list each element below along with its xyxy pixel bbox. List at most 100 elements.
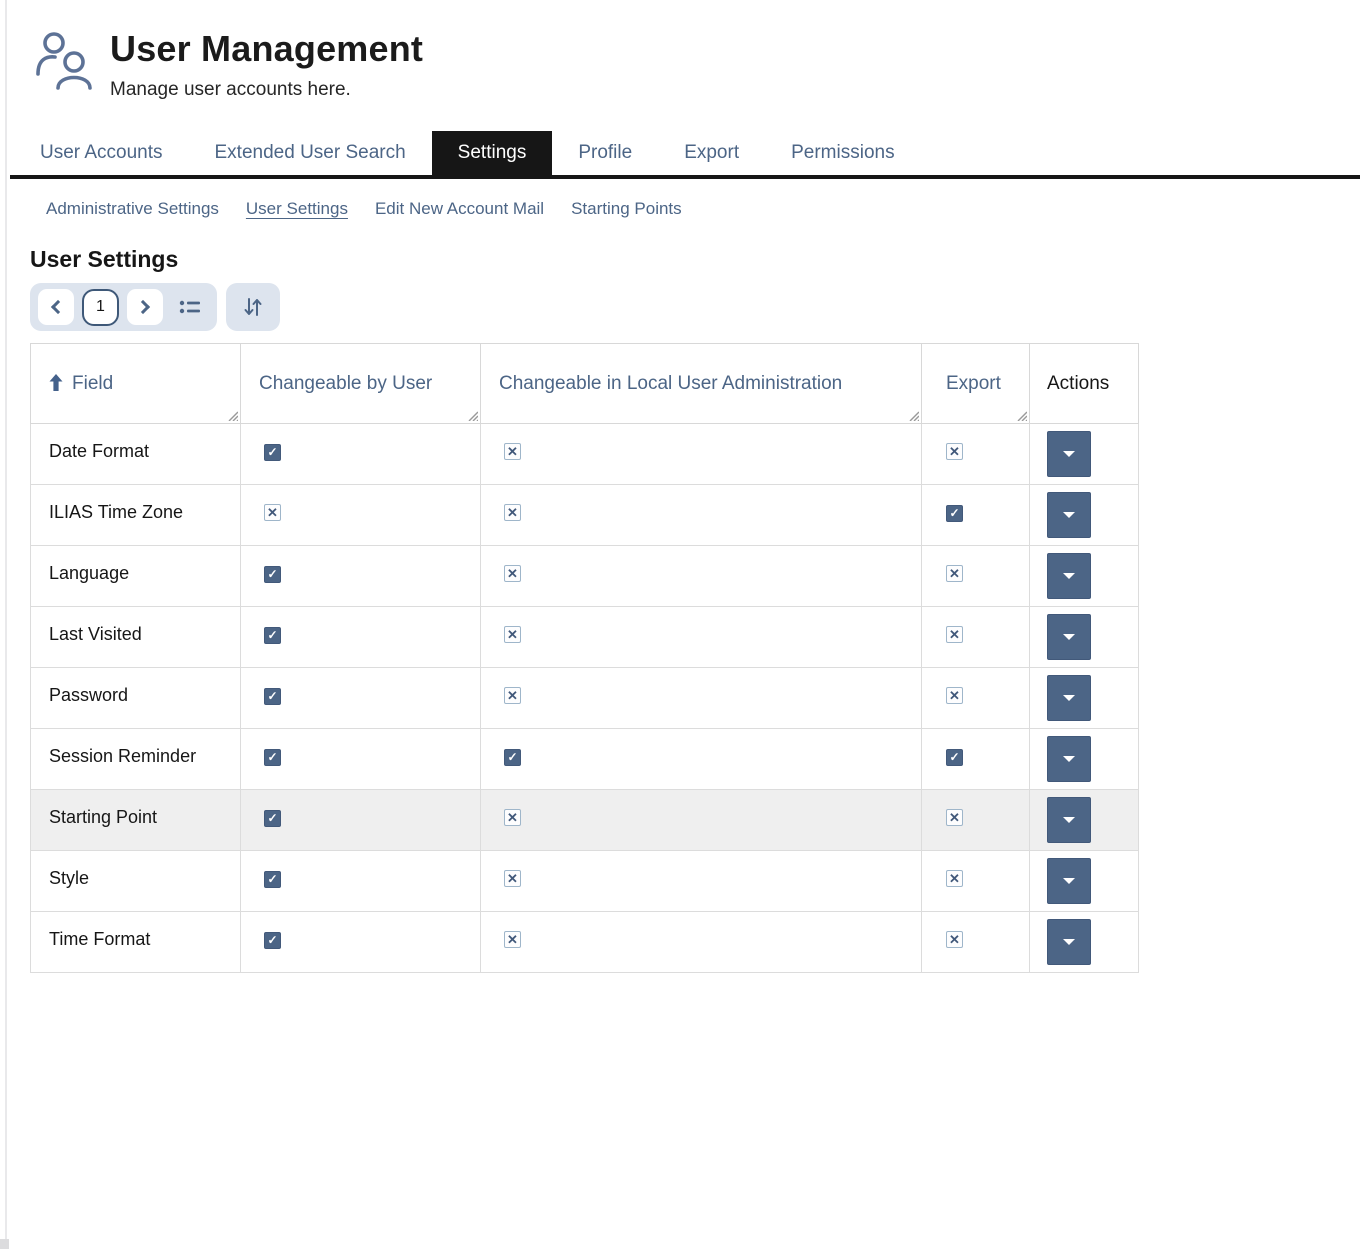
subtab-edit-new-account-mail[interactable]: Edit New Account Mail (375, 199, 544, 219)
field-name: Time Format (31, 912, 241, 973)
field-name: Language (31, 546, 241, 607)
table-row: Starting Point ✓ ✕ ✕ (31, 790, 1139, 851)
checkbox-export: ✕ (946, 687, 963, 704)
list-icon (179, 297, 201, 317)
row-actions-dropdown-button[interactable] (1047, 675, 1091, 721)
sort-by-changeable-by-user-link[interactable]: Changeable by User (259, 373, 432, 394)
sort-by-changeable-local-link[interactable]: Changeable in Local User Administration (499, 373, 842, 394)
caret-down-icon (1063, 756, 1075, 762)
checkbox-changeable-by-user: ✓ (264, 932, 281, 949)
arrow-up-icon (49, 374, 63, 391)
field-name: Password (31, 668, 241, 729)
tab-bar: User AccountsExtended User SearchSetting… (10, 131, 1360, 179)
column-resize-handle[interactable] (466, 409, 478, 421)
page-header: User Management Manage user accounts her… (0, 0, 1360, 101)
chevron-left-icon (51, 300, 65, 314)
page-number-button[interactable]: 1 (82, 289, 119, 326)
page: User Management Manage user accounts her… (0, 0, 1360, 1249)
column-resize-handle[interactable] (226, 409, 238, 421)
sort-arrows-icon (242, 296, 264, 318)
next-page-button[interactable] (127, 289, 163, 325)
tab-export[interactable]: Export (658, 131, 765, 175)
checkbox-changeable-by-user: ✕ (264, 504, 281, 521)
column-header-field: Field (31, 344, 241, 424)
sort-order-button[interactable] (234, 289, 272, 325)
sort-group (226, 283, 280, 331)
checkbox-changeable-by-user: ✓ (264, 810, 281, 827)
checkbox-export: ✕ (946, 565, 963, 582)
subtab-administrative-settings[interactable]: Administrative Settings (46, 199, 219, 219)
field-name: Last Visited (31, 607, 241, 668)
page-subtitle: Manage user accounts here. (110, 79, 423, 101)
title-block: User Management Manage user accounts her… (110, 28, 423, 101)
view-controls: 1 (30, 283, 1360, 331)
chevron-right-icon (136, 300, 150, 314)
tab-profile[interactable]: Profile (552, 131, 658, 175)
field-name: Session Reminder (31, 729, 241, 790)
sort-by-export-link[interactable]: Export (946, 373, 1001, 394)
subtab-user-settings[interactable]: User Settings (246, 199, 348, 219)
checkbox-changeable-in-local-admin: ✕ (504, 687, 521, 704)
row-actions-dropdown-button[interactable] (1047, 797, 1091, 843)
column-header-changeable-in-local-user-administration: Changeable in Local User Administration (481, 344, 922, 424)
caret-down-icon (1063, 817, 1075, 823)
row-actions-dropdown-button[interactable] (1047, 858, 1091, 904)
subtab-starting-points[interactable]: Starting Points (571, 199, 682, 219)
tab-extended-user-search[interactable]: Extended User Search (189, 131, 432, 175)
row-actions-dropdown-button[interactable] (1047, 736, 1091, 782)
field-name: Date Format (31, 424, 241, 485)
caret-down-icon (1063, 878, 1075, 884)
checkbox-changeable-in-local-admin: ✕ (504, 931, 521, 948)
sort-by-field-link[interactable]: Field (72, 373, 113, 394)
checkbox-changeable-in-local-admin: ✕ (504, 504, 521, 521)
table-row: ILIAS Time Zone ✕ ✕ ✓ (31, 485, 1139, 546)
row-actions-dropdown-button[interactable] (1047, 431, 1091, 477)
previous-page-button[interactable] (38, 289, 74, 325)
row-actions-dropdown-button[interactable] (1047, 919, 1091, 965)
subtab-bar: Administrative Settings User Settings Edit… (46, 199, 1360, 219)
checkbox-changeable-by-user: ✓ (264, 871, 281, 888)
tab-permissions[interactable]: Permissions (765, 131, 920, 175)
checkbox-changeable-in-local-admin: ✕ (504, 626, 521, 643)
checkbox-changeable-in-local-admin: ✕ (504, 443, 521, 460)
column-resize-handle[interactable] (907, 409, 919, 421)
column-resize-handle[interactable] (1015, 409, 1027, 421)
checkbox-changeable-in-local-admin: ✕ (504, 870, 521, 887)
table-row: Time Format ✓ ✕ ✕ (31, 912, 1139, 973)
checkbox-changeable-by-user: ✓ (264, 444, 281, 461)
rows-per-page-button[interactable] (171, 289, 209, 325)
pagination-group: 1 (30, 283, 217, 331)
checkbox-changeable-by-user: ✓ (264, 627, 281, 644)
tab-user-accounts[interactable]: User Accounts (14, 131, 189, 175)
row-actions-dropdown-button[interactable] (1047, 492, 1091, 538)
caret-down-icon (1063, 451, 1075, 457)
checkbox-export: ✕ (946, 931, 963, 948)
caret-down-icon (1063, 634, 1075, 640)
table-row: Last Visited ✓ ✕ ✕ (31, 607, 1139, 668)
users-icon (33, 30, 97, 90)
caret-down-icon (1063, 573, 1075, 579)
table-row: Password ✓ ✕ ✕ (31, 668, 1139, 729)
checkbox-export: ✕ (946, 626, 963, 643)
table-row: Date Format ✓ ✕ ✕ (31, 424, 1139, 485)
left-edge-divider (5, 0, 7, 1249)
row-actions-dropdown-button[interactable] (1047, 553, 1091, 599)
caret-down-icon (1063, 695, 1075, 701)
page-title: User Management (110, 28, 423, 70)
checkbox-changeable-by-user: ✓ (264, 749, 281, 766)
checkbox-export: ✕ (946, 870, 963, 887)
row-actions-dropdown-button[interactable] (1047, 614, 1091, 660)
tab-settings[interactable]: Settings (432, 131, 553, 175)
checkbox-changeable-in-local-admin: ✕ (504, 565, 521, 582)
field-name: Style (31, 851, 241, 912)
caret-down-icon (1063, 939, 1075, 945)
checkbox-changeable-in-local-admin: ✓ (504, 749, 521, 766)
table-body: Date Format ✓ ✕ ✕ ILIAS Time Zone ✕ ✕ ✓ … (31, 424, 1139, 973)
table-row: Language ✓ ✕ ✕ (31, 546, 1139, 607)
column-header-export: Export (922, 344, 1030, 424)
table-header-row: Field Changeable by User Changeable in L… (31, 344, 1139, 424)
table-row: Style ✓ ✕ ✕ (31, 851, 1139, 912)
field-name: Starting Point (31, 790, 241, 851)
field-name: ILIAS Time Zone (31, 485, 241, 546)
table-row: Session Reminder ✓ ✓ ✓ (31, 729, 1139, 790)
